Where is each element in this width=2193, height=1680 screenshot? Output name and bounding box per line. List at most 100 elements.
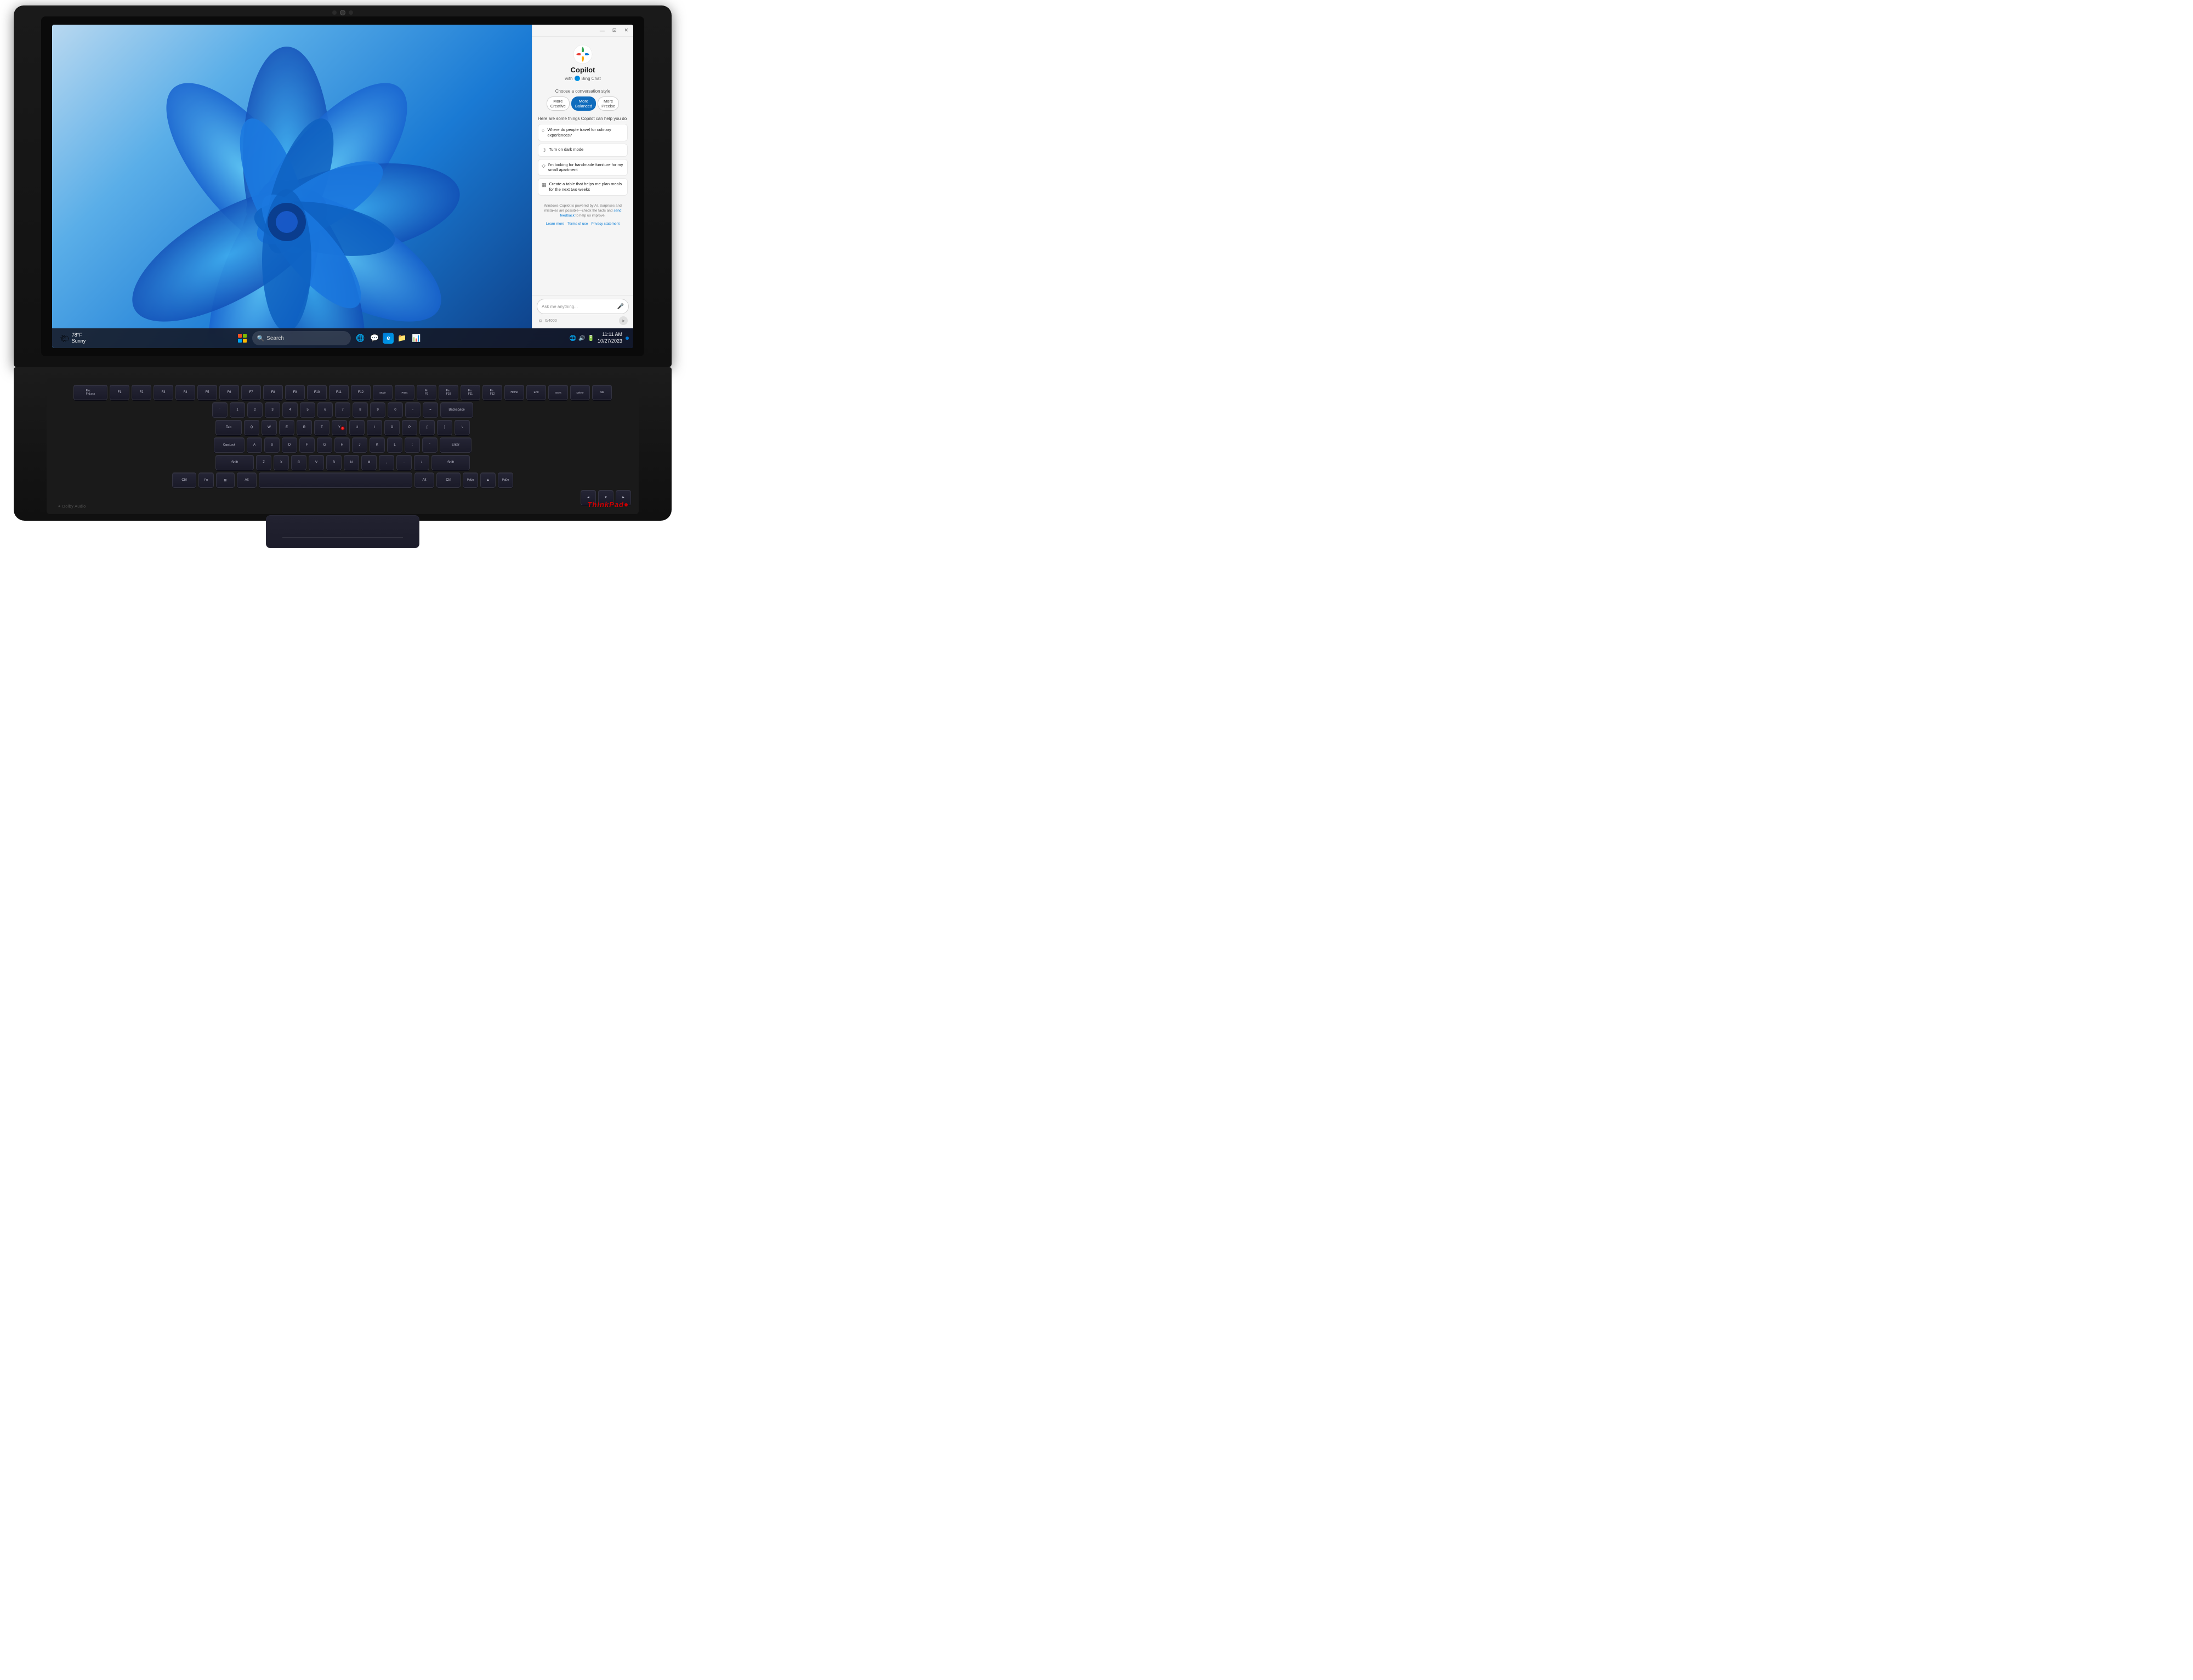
pgup-key[interactable]: PgUp <box>463 472 478 488</box>
f1-key[interactable]: F1 <box>110 385 129 400</box>
z-key[interactable]: Z <box>256 455 271 470</box>
suggestion-dark-mode[interactable]: ☽ Turn on dark mode <box>538 144 628 157</box>
teams-icon[interactable]: 📊 <box>410 332 422 344</box>
f5-key[interactable]: F5 <box>197 385 217 400</box>
7-key[interactable]: 7 <box>335 402 350 418</box>
prtsc-key[interactable]: PrtSc <box>395 385 414 400</box>
r-key[interactable]: R <box>297 420 312 435</box>
insert-key[interactable]: Insert <box>548 385 568 400</box>
end-key[interactable]: End <box>526 385 546 400</box>
d-key[interactable]: D <box>282 437 297 453</box>
t-key[interactable]: T <box>314 420 329 435</box>
n-key[interactable]: N <box>344 455 359 470</box>
slash-key[interactable]: / <box>414 455 429 470</box>
close-button[interactable]: ✕ <box>622 27 630 34</box>
backspace-key[interactable]: Backspace <box>440 402 473 418</box>
equals-key[interactable]: = <box>423 402 438 418</box>
microphone-icon[interactable]: 🎤 <box>617 304 624 310</box>
right-shift-key[interactable]: Shift <box>431 455 470 470</box>
chat-icon[interactable]: 💬 <box>368 332 380 344</box>
volume-icon[interactable]: 🔊 <box>578 335 585 341</box>
left-shift-key[interactable]: Shift <box>215 455 254 470</box>
f2-key[interactable]: F2 <box>132 385 151 400</box>
widgets-icon[interactable]: 🌐 <box>354 332 366 344</box>
balanced-button[interactable]: MoreBalanced <box>571 96 596 111</box>
backspace-top-key[interactable]: ⌫ <box>592 385 612 400</box>
left-ctrl-key[interactable]: Ctrl <box>172 472 196 488</box>
g-key[interactable]: G <box>317 437 332 453</box>
9-key[interactable]: 9 <box>370 402 385 418</box>
backtick-key[interactable]: ` <box>212 402 228 418</box>
f9-key[interactable]: F9 <box>285 385 305 400</box>
1-key[interactable]: 1 <box>230 402 245 418</box>
f6-key[interactable]: F6 <box>219 385 239 400</box>
send-button[interactable]: ➤ <box>619 316 628 325</box>
f8-key[interactable]: F8 <box>263 385 283 400</box>
o-key[interactable]: O <box>384 420 400 435</box>
trackpoint[interactable] <box>341 426 345 430</box>
rbracket-key[interactable]: ] <box>437 420 452 435</box>
f12-key[interactable]: F12 <box>351 385 371 400</box>
left-alt-key[interactable]: Alt <box>237 472 257 488</box>
period-key[interactable]: . <box>396 455 412 470</box>
5-key[interactable]: 5 <box>300 402 315 418</box>
x-key[interactable]: X <box>274 455 289 470</box>
v-key[interactable]: V <box>309 455 324 470</box>
privacy-link[interactable]: Privacy statement <box>591 222 620 226</box>
fnf10-key[interactable]: FnF10 <box>439 385 458 400</box>
f7-key[interactable]: F7 <box>241 385 261 400</box>
y-key[interactable]: Y <box>332 420 347 435</box>
q-key[interactable]: Q <box>244 420 259 435</box>
minimize-button[interactable]: — <box>598 27 606 34</box>
f3-key[interactable]: F3 <box>154 385 173 400</box>
k-key[interactable]: K <box>370 437 385 453</box>
fnf12-key[interactable]: FnF12 <box>482 385 502 400</box>
windows-key[interactable]: ⊞ <box>216 472 235 488</box>
network-icon[interactable]: 🌐 <box>570 335 576 341</box>
f-key[interactable]: F <box>299 437 315 453</box>
delete-key[interactable]: Delete <box>570 385 590 400</box>
capslock-key[interactable]: CapsLock <box>214 437 245 453</box>
fnf9-key[interactable]: FnF9 <box>417 385 436 400</box>
fnf11-key[interactable]: FnF11 <box>461 385 480 400</box>
terms-link[interactable]: Terms of use <box>567 222 588 226</box>
l-key[interactable]: L <box>387 437 402 453</box>
system-clock[interactable]: 11:11 AM 10/27/2023 <box>598 332 622 344</box>
weather-widget[interactable]: 🌤 78°F Sunny <box>56 331 89 345</box>
restore-button[interactable]: ⊡ <box>611 27 618 34</box>
3-key[interactable]: 3 <box>265 402 280 418</box>
notification-badge[interactable] <box>626 337 629 340</box>
trackpad[interactable] <box>266 515 419 548</box>
c-key[interactable]: C <box>291 455 306 470</box>
chat-input-box[interactable]: Ask me anything... 🎤 <box>537 299 629 314</box>
lbracket-key[interactable]: [ <box>419 420 435 435</box>
mode-key[interactable]: Mode <box>373 385 393 400</box>
search-bar[interactable]: 🔍 Search <box>252 331 351 345</box>
start-button[interactable] <box>236 332 249 345</box>
edge-icon[interactable]: e <box>383 333 394 344</box>
emoji-icon[interactable]: ☺ <box>538 318 543 323</box>
w-key[interactable]: W <box>262 420 277 435</box>
2-key[interactable]: 2 <box>247 402 263 418</box>
6-key[interactable]: 6 <box>317 402 333 418</box>
m-key[interactable]: M <box>361 455 377 470</box>
send-feedback-link[interactable]: send feedback <box>560 209 621 218</box>
4-key[interactable]: 4 <box>282 402 298 418</box>
s-key[interactable]: S <box>264 437 280 453</box>
enter-key[interactable]: Enter <box>440 437 471 453</box>
b-key[interactable]: B <box>326 455 342 470</box>
e-key[interactable]: E <box>279 420 294 435</box>
quote-key[interactable]: ' <box>422 437 438 453</box>
j-key[interactable]: J <box>352 437 367 453</box>
fn-key[interactable]: Fn <box>198 472 214 488</box>
a-key[interactable]: A <box>247 437 262 453</box>
home-key[interactable]: Home <box>504 385 524 400</box>
f4-key[interactable]: F4 <box>175 385 195 400</box>
i-key[interactable]: I <box>367 420 382 435</box>
8-key[interactable]: 8 <box>353 402 368 418</box>
f11-key[interactable]: F11 <box>329 385 349 400</box>
learn-more-link[interactable]: Learn more <box>546 222 564 226</box>
tab-key[interactable]: Tab <box>215 420 242 435</box>
explorer-icon[interactable]: 📁 <box>396 332 408 344</box>
suggestion-meals[interactable]: ▦ Create a table that helps me plan meal… <box>538 178 628 196</box>
